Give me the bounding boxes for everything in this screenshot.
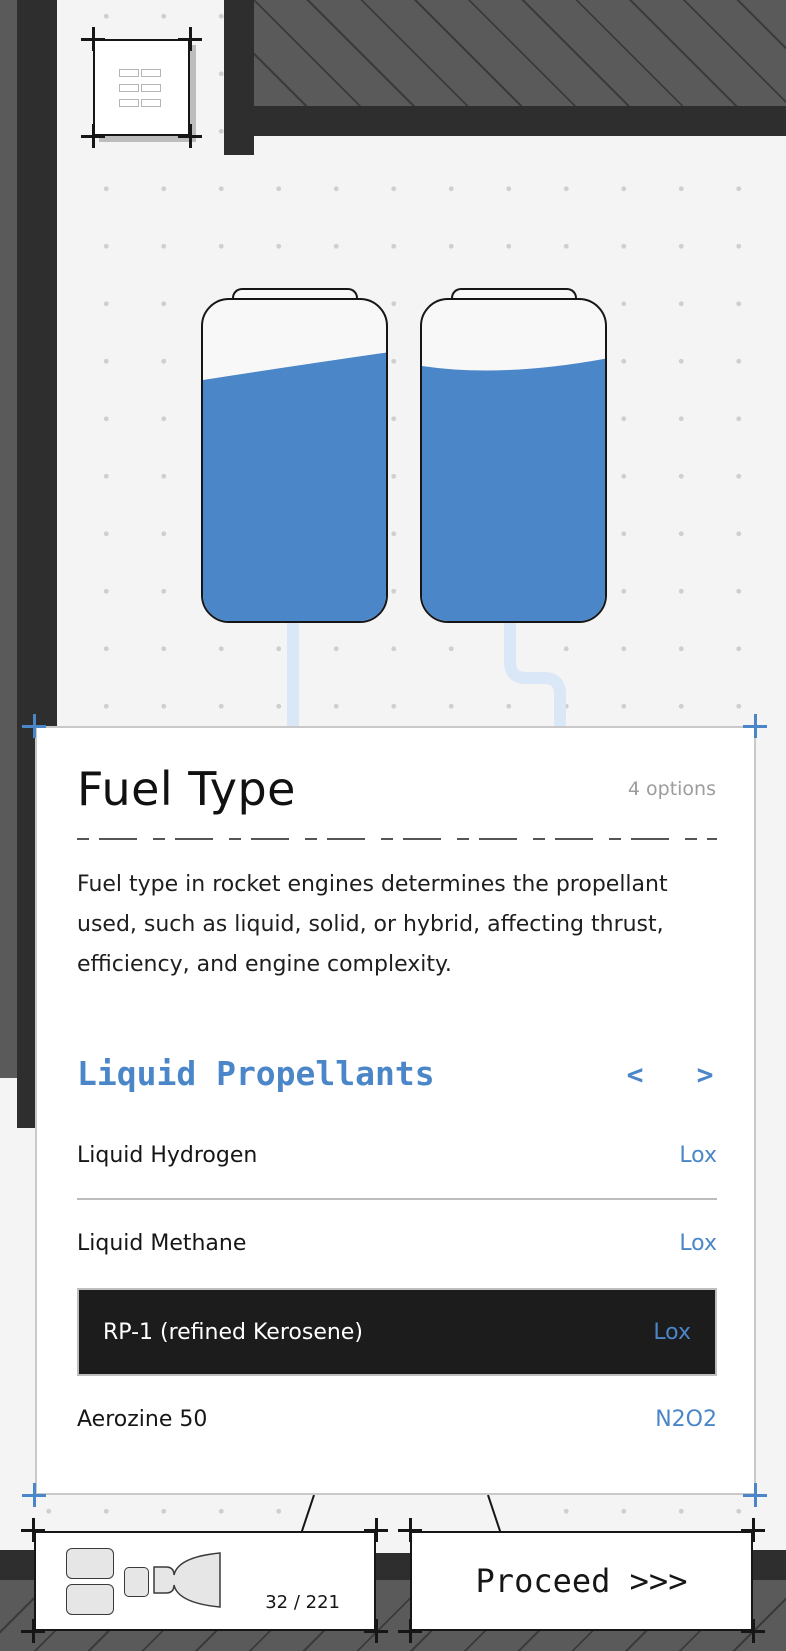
option-row[interactable]: Liquid Methane Lox xyxy=(77,1200,717,1286)
option-row[interactable]: Aerozine 50 N2O2 xyxy=(77,1376,717,1462)
brick-shape xyxy=(119,99,139,107)
option-label: Liquid Methane xyxy=(77,1230,247,1256)
option-row[interactable]: Liquid Hydrogen Lox xyxy=(77,1112,717,1198)
corner-plus-icon xyxy=(743,1483,767,1507)
feed-pipe xyxy=(504,622,568,732)
feed-pipe xyxy=(287,622,299,732)
option-label: Aerozine 50 xyxy=(77,1406,208,1432)
corner-cross-icon xyxy=(364,1619,388,1643)
fuel-type-card: Fuel Type 4 options Fuel type in rocket … xyxy=(35,726,756,1495)
corner-cross-icon xyxy=(178,124,202,148)
grid-icon[interactable] xyxy=(93,39,190,136)
dashed-divider xyxy=(77,838,717,840)
fuel-level xyxy=(422,358,605,621)
next-category-button[interactable]: > xyxy=(693,1058,717,1091)
corner-cross-icon xyxy=(21,1518,45,1542)
left-wall-outer xyxy=(0,0,17,1078)
option-row-selected[interactable]: RP-1 (refined Kerosene) Lox xyxy=(77,1288,717,1376)
corner-plus-icon xyxy=(22,1483,46,1507)
roof-beam xyxy=(224,106,786,136)
corner-cross-icon xyxy=(741,1619,765,1643)
corner-cross-icon xyxy=(364,1518,388,1542)
option-label: Liquid Hydrogen xyxy=(77,1142,258,1168)
pump-block xyxy=(124,1567,149,1597)
option-oxidizer: Lox xyxy=(679,1142,717,1168)
prev-category-button[interactable]: < xyxy=(623,1058,647,1091)
tank-block xyxy=(66,1548,114,1579)
roof-wall xyxy=(224,0,254,155)
option-oxidizer: Lox xyxy=(653,1319,691,1345)
card-title: Fuel Type xyxy=(77,762,296,816)
corner-plus-icon xyxy=(22,714,46,738)
nozzle-shape xyxy=(153,1552,221,1608)
hatched-roof xyxy=(254,0,786,106)
fuel-tank-icon xyxy=(420,298,607,623)
corner-cross-icon xyxy=(741,1518,765,1542)
corner-cross-icon xyxy=(398,1619,422,1643)
corner-cross-icon xyxy=(21,1619,45,1643)
corner-cross-icon xyxy=(398,1518,422,1542)
option-oxidizer: Lox xyxy=(679,1230,717,1256)
proceed-button[interactable]: Proceed >>> xyxy=(410,1531,753,1631)
brick-shape xyxy=(119,69,139,77)
brick-shape xyxy=(119,84,139,92)
fuel-level xyxy=(203,352,386,621)
brick-shape xyxy=(141,99,161,107)
corner-plus-icon xyxy=(743,714,767,738)
brick-shape xyxy=(141,84,161,92)
tank-block xyxy=(66,1584,114,1615)
option-label: RP-1 (refined Kerosene) xyxy=(103,1319,363,1345)
progress-counter: 32 / 221 xyxy=(265,1592,340,1613)
section-title: Liquid Propellants xyxy=(77,1054,435,1093)
corner-cross-icon xyxy=(81,27,105,51)
option-oxidizer: N2O2 xyxy=(655,1406,717,1432)
fuel-tank-icon xyxy=(201,298,388,623)
engine-status-box: 32 / 221 xyxy=(34,1531,376,1631)
brick-shape xyxy=(141,69,161,77)
options-count: 4 options xyxy=(627,778,716,800)
corner-cross-icon xyxy=(81,124,105,148)
card-description: Fuel type in rocket engines determines t… xyxy=(77,872,668,977)
corner-cross-icon xyxy=(178,27,202,51)
